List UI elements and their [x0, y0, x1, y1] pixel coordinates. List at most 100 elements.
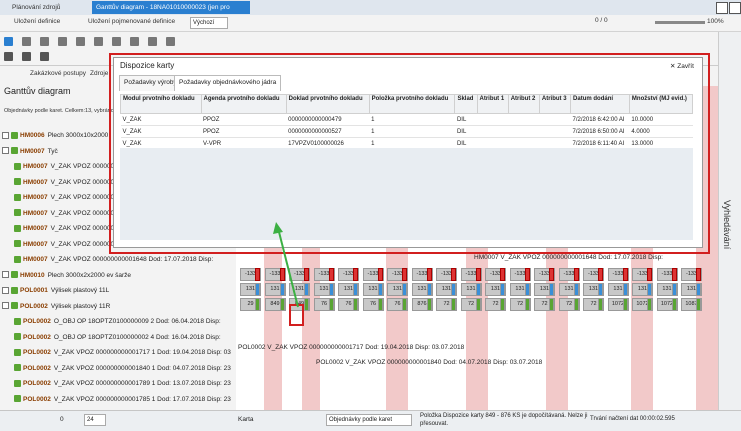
- item-code: HM0010: [20, 271, 45, 279]
- search-panel-toggle[interactable]: Vyhledávání: [722, 200, 732, 249]
- gantt-marker: [524, 268, 530, 281]
- item-text: O_OBJ OP 18OPTZ0100000009 2 Dod: 06.04.2…: [53, 318, 221, 325]
- window-tab-bar: Plánování zdrojů Ganttův diagram - 18NA0…: [0, 0, 741, 24]
- next-icon[interactable]: [94, 37, 103, 46]
- table-cell: [477, 125, 509, 138]
- filter-icon[interactable]: [166, 37, 175, 46]
- gantt-marker: [696, 298, 701, 311]
- save-definition-button[interactable]: Uložení definice: [14, 18, 60, 25]
- gantt-marker: [549, 298, 554, 311]
- item-code: HM0007: [23, 194, 48, 201]
- gantt-marker: [647, 268, 652, 281]
- edit-icon[interactable]: [40, 52, 49, 61]
- column-header[interactable]: Atribut 3: [538, 94, 572, 114]
- table-cell: 7/2/2018 6:50:00 AI: [570, 125, 630, 138]
- left-info-text: Objednávky podle karet. Celkem:13, vybrá…: [4, 108, 120, 114]
- expand-icon[interactable]: [2, 302, 9, 310]
- fit-icon[interactable]: [58, 37, 67, 46]
- column-header[interactable]: Agenda prvotního dokladu: [200, 94, 287, 114]
- tab-gantt-diagram[interactable]: Ganttův diagram - 18NA01010000023 (jen p…: [92, 1, 250, 24]
- gantt-marker: [255, 298, 260, 311]
- save-named-definition-button[interactable]: Uložení pojmenované definice: [88, 18, 175, 25]
- window-menu-icon[interactable]: [716, 2, 728, 14]
- gantt-marker: [353, 268, 358, 281]
- tree-row[interactable]: POL0002 V_ZAK VPOZ 000000000001785 1 Dod:…: [0, 392, 250, 407]
- definition-select[interactable]: Výchozí: [190, 17, 228, 29]
- gantt-marker: [622, 283, 628, 296]
- column-header[interactable]: Datum dodání: [570, 94, 630, 114]
- tab-pozadavky-vyroby[interactable]: Požadavky výroby: [119, 75, 182, 91]
- item-text: Výlisek plastový 11L: [50, 287, 110, 294]
- gantt-marker: [671, 283, 677, 296]
- zoom-out-icon[interactable]: [40, 37, 49, 46]
- column-header[interactable]: Atribut 1: [476, 94, 509, 114]
- gantt-row: POL0002 V_ZAK VPOZ 000000000001717 Dod: …: [236, 341, 718, 356]
- expand-icon[interactable]: [2, 286, 9, 294]
- item-icon: [11, 131, 18, 139]
- column-header[interactable]: Atribut 2: [507, 94, 540, 114]
- refresh-icon[interactable]: [130, 37, 139, 46]
- tree-row[interactable]: POL0002 V_ZAK VPOZ 000000000001717 1 Dod:…: [0, 345, 250, 360]
- column-header[interactable]: Modul prvotního dokladu: [120, 94, 202, 114]
- table-row[interactable]: V_ZAK PPOZ 0000000000000479 1 DIL 7/2/2018 6:…: [120, 113, 693, 126]
- grid-icon[interactable]: [112, 37, 121, 46]
- column-header[interactable]: Doklad prvotního dokladu: [285, 94, 370, 114]
- copy-icon[interactable]: [148, 37, 157, 46]
- info-icon[interactable]: [22, 52, 31, 61]
- gantt-marker: [377, 283, 383, 296]
- item-code: HM0007: [23, 240, 48, 248]
- select-icon[interactable]: [4, 37, 13, 46]
- tree-row[interactable]: POL0002 O_OBJ OP 18OPTZ0100000002 4 Dod: …: [0, 330, 250, 345]
- close-button[interactable]: ✕ Zavřít: [670, 62, 694, 70]
- item-text: Plech 3000x10x2000: [47, 132, 109, 139]
- column-header[interactable]: Množství (MJ evid.): [628, 94, 694, 114]
- column-header[interactable]: Sklad: [454, 94, 478, 114]
- tree-row[interactable]: HM0007 V_ZAK VPOZ 000000000001648 Dod: 17…: [0, 252, 250, 267]
- gantt-marker: [622, 268, 628, 281]
- item-icon: [14, 209, 21, 217]
- item-code: HM0007: [23, 178, 48, 186]
- gantt-marker: [598, 298, 603, 311]
- tree-row[interactable]: HM0010 Plech 3000x2x2000 ev šarže: [0, 268, 236, 283]
- zoom-slider[interactable]: [655, 21, 705, 24]
- item-text: O_OBJ OP 18OPTZ0100000002 4 Dod: 16.04.2…: [53, 333, 221, 341]
- gantt-row: POL0002 V_ZAK VPOZ 000000000001840 Dod: …: [236, 356, 718, 371]
- ribbon-tab-zdroje[interactable]: Zdroje: [90, 70, 108, 77]
- item-text: Výlisek plastový 11R: [50, 302, 111, 310]
- tree-row[interactable]: POL0002 O_OBJ OP 18OPTZ0100000009 2 Dod: …: [0, 314, 250, 329]
- expand-icon[interactable]: [2, 131, 9, 139]
- gantt-marker: [549, 268, 554, 281]
- expand-icon[interactable]: [2, 147, 9, 155]
- table-cell: [508, 125, 540, 138]
- tree-row[interactable]: POL0002 V_ZAK VPOZ 000000000001840 1 Dod:…: [0, 361, 250, 376]
- status-message: Položka Dispozice karty 849 - 876 KS je …: [420, 413, 588, 427]
- zoom-in-icon[interactable]: [22, 37, 31, 46]
- tree-row[interactable]: POL0002 Výlisek plastový 11R: [0, 299, 236, 314]
- item-icon: [14, 255, 21, 263]
- item-icon: [14, 224, 21, 232]
- ribbon-tab-postupy[interactable]: Zakázkové postupy: [30, 70, 86, 77]
- tree-row[interactable]: POL0002 V_ZAK VPOZ 000000000001789 1 Dod:…: [0, 376, 250, 391]
- gantt-marker: [500, 283, 505, 296]
- prev-icon[interactable]: [76, 37, 85, 46]
- gantt-marker: [622, 298, 628, 311]
- expand-icon[interactable]: [2, 271, 9, 279]
- tab-planovani-zdroju[interactable]: Plánování zdrojů: [8, 1, 64, 14]
- table-cell: 4.0000: [629, 125, 693, 138]
- gantt-bar-label: HM0007 V_ZAK VPOZ 000000000001648 Dod: 1…: [474, 254, 663, 261]
- column-header[interactable]: Položka prvotního dokladu: [368, 94, 456, 114]
- page-size-select[interactable]: 24: [84, 414, 106, 426]
- table-cell: [539, 113, 571, 126]
- tree-row[interactable]: POL0001 Výlisek plastový 11L: [0, 283, 236, 298]
- table-cell: 0000000000000527: [286, 125, 370, 138]
- item-code: HM0007: [23, 163, 48, 170]
- order-view-select[interactable]: Objednávky podle karet: [326, 414, 412, 426]
- window-restore-icon[interactable]: [729, 2, 741, 14]
- table-cell: V_ZAK: [120, 125, 202, 138]
- comment-icon[interactable]: [4, 52, 13, 61]
- table-row[interactable]: V_ZAK PPOZ 0000000000000527 1 DIL 7/2/2018 6:…: [120, 125, 693, 138]
- gantt-marker: [524, 298, 530, 311]
- page-number[interactable]: 0: [60, 416, 64, 423]
- item-text: V_ZAK VPOZ 000000000001648 Dod: 17.07.20…: [50, 256, 214, 263]
- tab-pozadavky-objednavkoveho-jadra[interactable]: Požadavky objednávkového jádra: [174, 75, 282, 91]
